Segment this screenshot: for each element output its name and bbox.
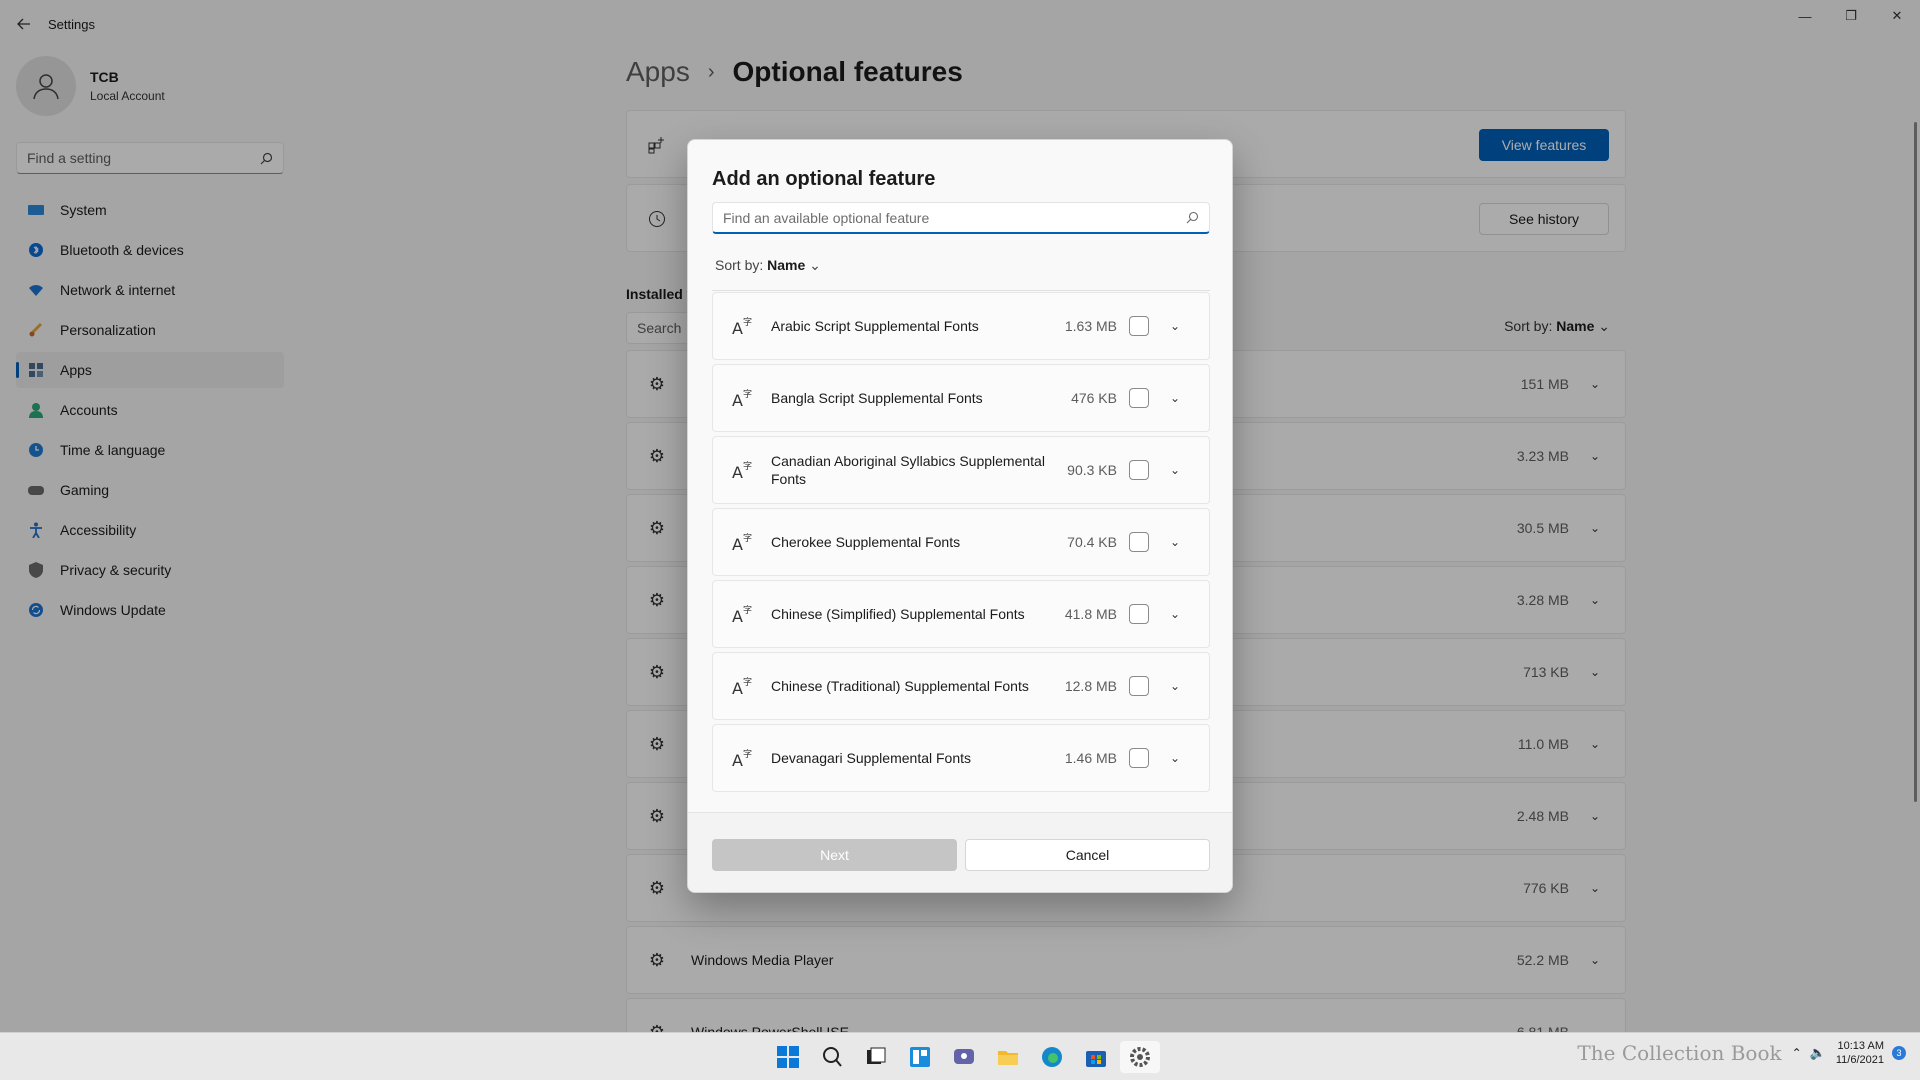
clock[interactable]: 10:13 AM 11/6/2021 [1836, 1039, 1884, 1067]
volume-icon[interactable]: 🔈 [1810, 1045, 1826, 1061]
chevron-up-icon[interactable]: ⌃ [1792, 1046, 1802, 1060]
feature-checkbox[interactable] [1129, 604, 1149, 624]
system-tray: The Collection Book ⌃ 🔈 10:13 AM 11/6/20… [1577, 1039, 1906, 1067]
feature-list-item[interactable]: A字 Devanagari Supplemental Fonts 1.46 MB… [712, 724, 1210, 792]
feature-checkbox[interactable] [1129, 676, 1149, 696]
feature-name: Arabic Script Supplemental Fonts [771, 318, 979, 334]
clock-date: 11/6/2021 [1835, 1054, 1884, 1066]
svg-text:字: 字 [743, 532, 752, 544]
feature-list-item[interactable]: A字 Cherokee Supplemental Fonts 70.4 KB ⌄ [712, 508, 1210, 576]
feature-name: Chinese (Traditional) Supplemental Fonts [771, 678, 1029, 694]
svg-text:A: A [732, 607, 743, 625]
font-icon: A字 [731, 747, 753, 769]
available-features-list: A字 Arabic Script Supplemental Fonts 1.63… [712, 290, 1210, 792]
svg-text:A: A [732, 751, 743, 769]
feature-checkbox[interactable] [1129, 748, 1149, 768]
feature-checkbox[interactable] [1129, 388, 1149, 408]
dialog-sort-value: Name [767, 257, 806, 273]
feature-checkbox[interactable] [1129, 460, 1149, 480]
chevron-down-icon[interactable]: ⌄ [1167, 607, 1183, 621]
feature-size: 41.8 MB [1064, 606, 1117, 622]
clock-time: 10:13 AM [1837, 1040, 1884, 1052]
chevron-down-icon[interactable]: ⌄ [1167, 463, 1183, 477]
watermark-text: The Collection Book [1577, 1041, 1782, 1065]
file-explorer-icon[interactable] [988, 1041, 1028, 1073]
chat-icon[interactable] [944, 1041, 984, 1073]
notification-badge[interactable]: 3 [1892, 1046, 1906, 1060]
font-icon: A字 [731, 387, 753, 409]
settings-icon[interactable] [1120, 1041, 1160, 1073]
svg-text:A: A [732, 319, 743, 337]
svg-text:字: 字 [743, 316, 752, 328]
feature-checkbox[interactable] [1129, 316, 1149, 336]
font-icon: A字 [731, 531, 753, 553]
svg-text:A: A [732, 391, 743, 409]
feature-name: Bangla Script Supplemental Fonts [771, 390, 983, 406]
svg-text:字: 字 [743, 460, 752, 472]
feature-list-item[interactable]: A字 Arabic Script Supplemental Fonts 1.63… [712, 292, 1210, 360]
feature-name: Canadian Aboriginal Syllabics Supplement… [771, 453, 1045, 487]
feature-search-input[interactable]: Find an available optional feature [712, 202, 1210, 234]
font-icon: A字 [731, 603, 753, 625]
start-icon[interactable] [768, 1041, 808, 1073]
svg-text:字: 字 [743, 748, 752, 760]
task-view-icon[interactable] [856, 1041, 896, 1073]
feature-list-item[interactable]: A字 Bangla Script Supplemental Fonts 476 … [712, 364, 1210, 432]
feature-list-item[interactable]: A字 Chinese (Traditional) Supplemental Fo… [712, 652, 1210, 720]
dialog-sort-label: Sort by: [715, 257, 764, 273]
next-button[interactable]: Next [712, 839, 957, 871]
edge-icon[interactable] [1032, 1041, 1072, 1073]
chevron-down-icon[interactable]: ⌄ [1167, 751, 1183, 765]
svg-text:字: 字 [743, 388, 752, 400]
chevron-down-icon[interactable]: ⌄ [1167, 679, 1183, 693]
chevron-down-icon[interactable]: ⌄ [1167, 535, 1183, 549]
chevron-down-icon[interactable]: ⌄ [1167, 391, 1183, 405]
taskbar-apps [768, 1041, 1164, 1073]
feature-list-item[interactable]: A字 Chinese (Simplified) Supplemental Fon… [712, 580, 1210, 648]
svg-text:A: A [732, 535, 743, 553]
svg-text:A: A [732, 463, 743, 481]
taskbar: The Collection Book ⌃ 🔈 10:13 AM 11/6/20… [0, 1032, 1920, 1080]
font-icon: A字 [731, 459, 753, 481]
chevron-down-icon[interactable]: ⌄ [1167, 319, 1183, 333]
search-icon[interactable] [812, 1041, 852, 1073]
font-icon: A字 [731, 315, 753, 337]
search-icon [1186, 211, 1199, 224]
feature-name: Devanagari Supplemental Fonts [771, 750, 972, 766]
feature-name: Chinese (Simplified) Supplemental Fonts [771, 606, 1025, 622]
feature-list-item[interactable]: A字 Canadian Aboriginal Syllabics Supplem… [712, 436, 1210, 504]
dialog-sort-dropdown[interactable]: Sort by: Name ⌄ [715, 257, 821, 274]
dialog-footer: Next Cancel [688, 812, 1232, 892]
svg-text:字: 字 [743, 604, 752, 616]
chevron-down-icon: ⌄ [809, 257, 821, 273]
feature-checkbox[interactable] [1129, 532, 1149, 552]
feature-size: 12.8 MB [1064, 678, 1117, 694]
font-icon: A字 [731, 675, 753, 697]
feature-size: 1.46 MB [1064, 750, 1117, 766]
svg-text:A: A [732, 679, 743, 697]
feature-size: 1.63 MB [1064, 318, 1117, 334]
svg-text:字: 字 [743, 676, 752, 688]
store-icon[interactable] [1076, 1041, 1116, 1073]
dialog-title: Add an optional feature [712, 168, 936, 190]
feature-name: Cherokee Supplemental Fonts [771, 534, 961, 550]
feature-size: 90.3 KB [1067, 462, 1117, 478]
cancel-button[interactable]: Cancel [965, 839, 1210, 871]
feature-size: 70.4 KB [1067, 534, 1117, 550]
widgets-icon[interactable] [900, 1041, 940, 1073]
add-optional-feature-dialog: Add an optional feature Find an availabl… [687, 139, 1233, 893]
feature-size: 476 KB [1071, 390, 1117, 406]
feature-search-placeholder: Find an available optional feature [723, 209, 930, 226]
